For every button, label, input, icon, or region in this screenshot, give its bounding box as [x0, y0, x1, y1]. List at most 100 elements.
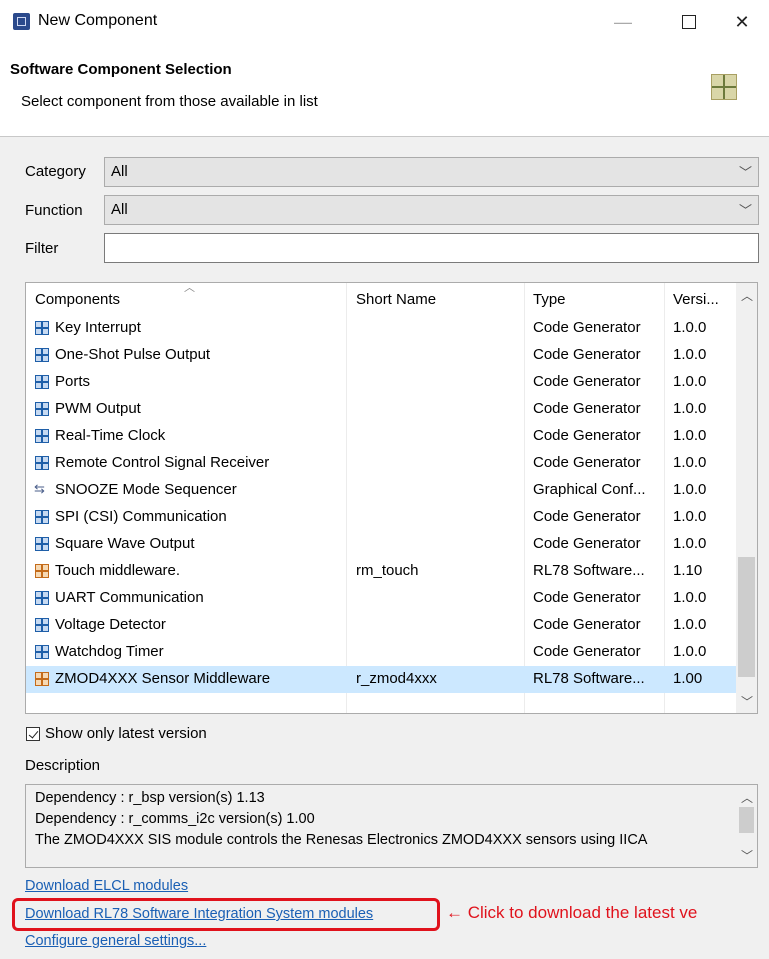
cell-version: 1.0.0: [673, 346, 707, 363]
cell-component-name: PWM Output: [55, 400, 141, 417]
function-value: All: [111, 201, 128, 218]
cell-component-name: SNOOZE Mode Sequencer: [55, 481, 237, 498]
cell-type: Code Generator: [533, 589, 641, 606]
sequencer-icon: ⇆: [34, 481, 45, 496]
cell-short-name: rm_touch: [356, 562, 419, 579]
table-row[interactable]: Voltage Detector Code Generator 1.0.0: [26, 612, 736, 639]
table-row[interactable]: ZMOD4XXX Sensor Middleware r_zmod4xxx RL78…: [26, 666, 736, 693]
orange-component-icon: [35, 672, 49, 686]
cell-type: Code Generator: [533, 400, 641, 417]
highlight-box: [12, 898, 440, 931]
table-row[interactable]: Real-Time Clock Code Generator 1.0.0: [26, 423, 736, 450]
scroll-down-icon[interactable]: ﹀: [741, 847, 753, 864]
cell-version: 1.0.0: [673, 454, 707, 471]
cell-version: 1.0.0: [673, 427, 707, 444]
configure-settings-link[interactable]: Configure general settings...: [25, 933, 206, 949]
blue-component-icon: [35, 618, 49, 632]
description-scrollbar[interactable]: ︿ ﹀: [736, 785, 757, 867]
download-elcl-link[interactable]: Download ELCL modules: [25, 878, 188, 894]
blue-component-icon: [35, 510, 49, 524]
cell-short-name: r_zmod4xxx: [356, 670, 437, 687]
blue-component-icon: [35, 645, 49, 659]
cell-version: 1.00: [673, 670, 703, 687]
scroll-up-icon[interactable]: ︿: [741, 789, 753, 806]
scroll-down-icon[interactable]: ﹀: [741, 693, 753, 710]
blue-component-icon: [35, 591, 49, 605]
filter-label: Filter: [25, 240, 59, 257]
scroll-up-icon[interactable]: ︿: [741, 287, 753, 304]
description-label: Description: [25, 757, 101, 774]
component-banner-icon: [711, 74, 737, 100]
cell-component-name: SPI (CSI) Communication: [55, 508, 227, 525]
cell-component-name: Watchdog Timer: [55, 643, 164, 660]
cell-type: Code Generator: [533, 346, 641, 363]
cell-type: Code Generator: [533, 454, 641, 471]
category-select[interactable]: All ﹀: [104, 157, 759, 187]
table-row[interactable]: Touch middleware. rm_touch RL78 Software..…: [26, 558, 736, 585]
blue-component-icon: [35, 429, 49, 443]
table-row[interactable]: Watchdog Timer Code Generator 1.0.0: [26, 639, 736, 666]
blue-component-icon: [35, 375, 49, 389]
table-row[interactable]: Ports Code Generator 1.0.0: [26, 369, 736, 396]
table-row[interactable]: Remote Control Signal Receiver Code Gener…: [26, 450, 736, 477]
cell-component-name: Voltage Detector: [55, 616, 166, 633]
table-row[interactable]: Key Interrupt Code Generator 1.0.0: [26, 315, 736, 342]
cell-component-name: Square Wave Output: [55, 535, 195, 552]
category-value: All: [111, 163, 128, 180]
cell-component-name: Touch middleware.: [55, 562, 181, 579]
table-row[interactable]: UART Communication Code Generator 1.0.0: [26, 585, 736, 612]
maximize-icon: [682, 14, 696, 29]
column-header-version[interactable]: Versi...: [673, 291, 719, 308]
orange-component-icon: [35, 564, 49, 578]
description-line: Dependency : r_bsp version(s) 1.13: [35, 790, 265, 806]
table-row[interactable]: Square Wave Output Code Generator 1.0.0: [26, 531, 736, 558]
table-scrollbar[interactable]: ︿ ﹀: [736, 283, 757, 713]
annotation-callout: ← Click to download the latest ve: [446, 903, 698, 922]
blue-component-icon: [35, 321, 49, 335]
description-line: Dependency : r_comms_i2c version(s) 1.00: [35, 811, 315, 827]
table-row[interactable]: ⇆ SNOOZE Mode Sequencer Graphical Conf... 1…: [26, 477, 736, 504]
components-table[interactable]: ︿ Components Short Name Type Versi... Ke…: [25, 282, 758, 714]
title-bar: New Component — ✕: [0, 0, 769, 44]
cell-type: Code Generator: [533, 373, 641, 390]
cell-version: 1.0.0: [673, 373, 707, 390]
column-header-short-name[interactable]: Short Name: [356, 291, 436, 308]
maximize-button[interactable]: [674, 8, 704, 36]
chevron-down-icon: ﹀: [738, 203, 752, 218]
blue-component-icon: [35, 456, 49, 470]
cell-version: 1.0.0: [673, 481, 707, 498]
cell-version: 1.10: [673, 562, 703, 579]
cell-version: 1.0.0: [673, 508, 707, 525]
scrollbar-thumb[interactable]: [738, 557, 755, 677]
cell-type: Code Generator: [533, 427, 641, 444]
function-select[interactable]: All ﹀: [104, 195, 759, 225]
show-latest-checkbox[interactable]: [26, 727, 40, 741]
sort-caret-icon[interactable]: ︿: [184, 283, 195, 295]
cell-type: Code Generator: [533, 535, 641, 552]
function-label: Function: [25, 202, 83, 219]
table-row[interactable]: SPI (CSI) Communication Code Generator 1.0…: [26, 504, 736, 531]
cell-version: 1.0.0: [673, 535, 707, 552]
minimize-button[interactable]: —: [608, 8, 638, 36]
cell-type: RL78 Software...: [533, 562, 645, 579]
show-latest-label[interactable]: Show only latest version: [45, 725, 207, 742]
cell-version: 1.0.0: [673, 319, 707, 336]
cell-type: Code Generator: [533, 616, 641, 633]
cell-component-name: ZMOD4XXX Sensor Middleware: [55, 670, 271, 687]
table-row[interactable]: One-Shot Pulse Output Code Generator 1.0.0: [26, 342, 736, 369]
cell-version: 1.0.0: [673, 400, 707, 417]
column-header-type[interactable]: Type: [533, 291, 566, 308]
cell-version: 1.0.0: [673, 589, 707, 606]
close-button[interactable]: ✕: [727, 8, 757, 36]
category-label: Category: [25, 163, 86, 180]
cell-type: Code Generator: [533, 319, 641, 336]
cell-component-name: Real-Time Clock: [55, 427, 166, 444]
filter-input[interactable]: [104, 233, 759, 263]
cell-type: Graphical Conf...: [533, 481, 646, 498]
scrollbar-thumb[interactable]: [739, 807, 754, 833]
blue-component-icon: [35, 537, 49, 551]
column-header-components[interactable]: Components: [35, 291, 120, 308]
page-title: Software Component Selection: [10, 61, 232, 78]
cell-component-name: Remote Control Signal Receiver: [55, 454, 270, 471]
table-row[interactable]: PWM Output Code Generator 1.0.0: [26, 396, 736, 423]
